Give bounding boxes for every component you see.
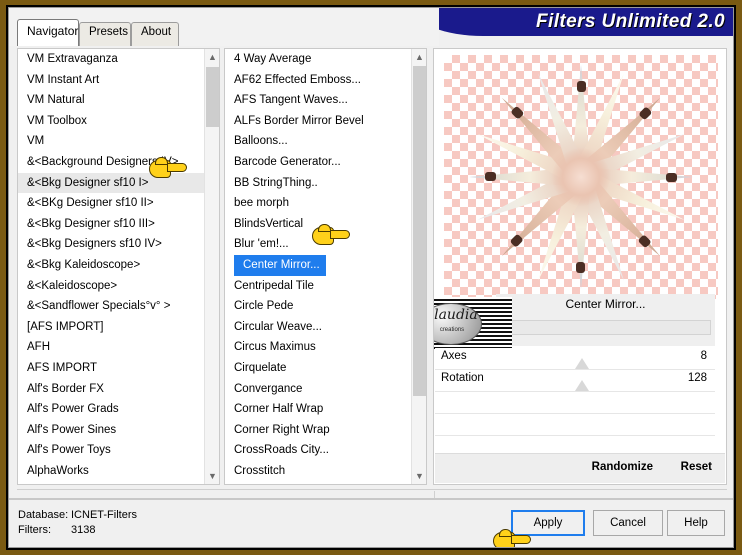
list-item[interactable]: AFH [18,337,204,358]
filter-header: Center Mirror... [496,294,715,346]
list-item[interactable]: VM Natural [18,90,204,111]
list-item[interactable]: Blur 'em!... [225,234,411,255]
list-item[interactable]: VM Instant Art [18,70,204,91]
scroll-up-icon[interactable]: ▲ [205,49,219,65]
tab-strip: Navigator Presets About [9,8,439,46]
help-button[interactable]: Help [667,510,725,536]
list-item[interactable]: AFS IMPORT [18,358,204,379]
list-item[interactable]: AF62 Effected Emboss... [225,70,411,91]
database-label: Database: [18,509,69,521]
list-item[interactable]: &<Bkg Kaleidoscope> [18,255,204,276]
list-item[interactable]: BlindsVertical [225,214,411,235]
category-list-scrollbar[interactable]: ▲ ▼ [204,49,219,484]
list-item[interactable]: AlphaWorks [18,461,204,482]
list-item[interactable]: Convergance [225,379,411,400]
list-item[interactable]: &<Bkg Designers sf10 IV> [18,234,204,255]
category-listbox[interactable]: VM Extravaganza VM Instant Art VM Natura… [17,48,220,485]
apply-button[interactable]: Apply [511,510,585,536]
parameter-row-axes[interactable]: Axes 8 [435,348,715,370]
cancel-button[interactable]: Cancel [593,510,663,536]
reset-button[interactable]: Reset [681,461,712,473]
title-banner: Filters Unlimited 2.0 [413,8,733,36]
list-item[interactable]: BB StringThing.. [225,173,411,194]
preview-image[interactable] [444,55,718,299]
slider-marker-icon[interactable] [575,358,589,369]
category-list-items: VM Extravaganza VM Instant Art VM Natura… [18,49,204,484]
tab-navigator[interactable]: Navigator [17,19,79,46]
list-item[interactable]: Andrew's Filter Collection 55 [18,481,204,484]
parameter-list: Axes 8 Rotation 128 [435,348,715,484]
parameter-row-empty [435,392,715,414]
watermark-subtext: creations [439,327,465,333]
progress-bar [500,320,711,335]
scroll-down-icon[interactable]: ▼ [205,468,219,484]
parameter-row-empty [435,414,715,436]
parameter-value: 128 [687,372,707,384]
list-item[interactable]: Centripedal Tile [225,276,411,297]
list-item[interactable]: Circle Pede [225,296,411,317]
database-value: ICNET-Filters [71,509,137,521]
list-item[interactable]: &<Background Designers IV> [18,152,204,173]
list-item[interactable]: Corner Half Wrap [225,399,411,420]
list-item[interactable]: &<BKg Designer sf10 II> [18,193,204,214]
list-item-selected-row: Center Mirror... [225,254,411,276]
slider-marker-icon[interactable] [575,380,589,391]
list-item[interactable]: Cruncher [225,481,411,484]
list-item[interactable]: Alf's Power Sines [18,420,204,441]
filter-list-scrollbar[interactable]: ▲ ▼ [411,49,426,484]
scroll-up-icon[interactable]: ▲ [412,49,426,65]
list-item[interactable]: &<Sandflower Specials°v° > [18,296,204,317]
star-core [552,148,610,206]
list-item[interactable]: Alf's Border FX [18,379,204,400]
list-item[interactable]: AFS Tangent Waves... [225,90,411,111]
list-item[interactable]: CrossRoads City... [225,440,411,461]
list-item[interactable]: VM Extravaganza [18,49,204,70]
list-item[interactable]: Crosstitch [225,461,411,482]
filter-list-items: 4 Way Average AF62 Effected Emboss... AF… [225,49,411,484]
tab-presets[interactable]: Presets [79,22,131,46]
parameter-label: Rotation [441,372,484,384]
parameter-row-rotation[interactable]: Rotation 128 [435,370,715,392]
parameter-value: 8 [700,350,707,362]
list-item[interactable]: [AFS IMPORT] [18,317,204,338]
list-item[interactable]: Alf's Power Toys [18,440,204,461]
list-item[interactable]: Barcode Generator... [225,152,411,173]
filter-listbox[interactable]: 4 Way Average AF62 Effected Emboss... AF… [224,48,427,485]
list-item[interactable]: VM Toolbox [18,111,204,132]
scrollbar-thumb[interactable] [413,66,426,396]
list-item[interactable]: ALFs Border Mirror Bevel [225,111,411,132]
active-filter-name: Center Mirror... [565,297,646,311]
list-item[interactable]: Cirquelate [225,358,411,379]
parameter-label: Axes [441,350,467,362]
tab-about[interactable]: About [131,22,179,46]
list-item[interactable]: Alf's Power Grads [18,399,204,420]
list-item[interactable]: &<Bkg Designer sf10 III> [18,214,204,235]
watermark-overlay: claudia creations [434,297,512,351]
window-frame-outer: Filters Unlimited 2.0 Navigator Presets … [6,5,736,550]
status-bar: Database: ICNET-Filters Filters: 3138 Ap… [9,498,733,547]
list-item[interactable]: 4 Way Average [225,49,411,70]
star-graphic [444,55,718,299]
window-frame-inner: Filters Unlimited 2.0 Navigator Presets … [8,7,734,548]
list-item[interactable]: Circus Maximus [225,337,411,358]
list-item-selected[interactable]: Center Mirror... [234,254,326,276]
main-body: VM Extravaganza VM Instant Art VM Natura… [9,46,733,547]
filters-label: Filters: [18,524,51,536]
list-item[interactable]: bee morph [225,193,411,214]
randomize-button[interactable]: Randomize [592,461,653,473]
scrollbar-thumb[interactable] [206,67,219,127]
preview-action-bar: Randomize Reset [435,453,725,483]
list-item-selected[interactable]: &<Bkg Designer sf10 I> [18,172,204,194]
scroll-down-icon[interactable]: ▼ [412,468,426,484]
list-item[interactable]: Circular Weave... [225,317,411,338]
list-item[interactable]: VM [18,131,204,152]
filters-value: 3138 [71,524,96,536]
list-item[interactable]: Corner Right Wrap [225,420,411,441]
preview-panel: Center Mirror... claudia creations Axes … [433,48,727,485]
app-title: Filters Unlimited 2.0 [536,11,725,32]
application-window: Filters Unlimited 2.0 Navigator Presets … [0,0,742,555]
list-item[interactable]: &<Kaleidoscope> [18,276,204,297]
watermark-text: claudia [434,307,478,323]
list-item[interactable]: Balloons... [225,131,411,152]
